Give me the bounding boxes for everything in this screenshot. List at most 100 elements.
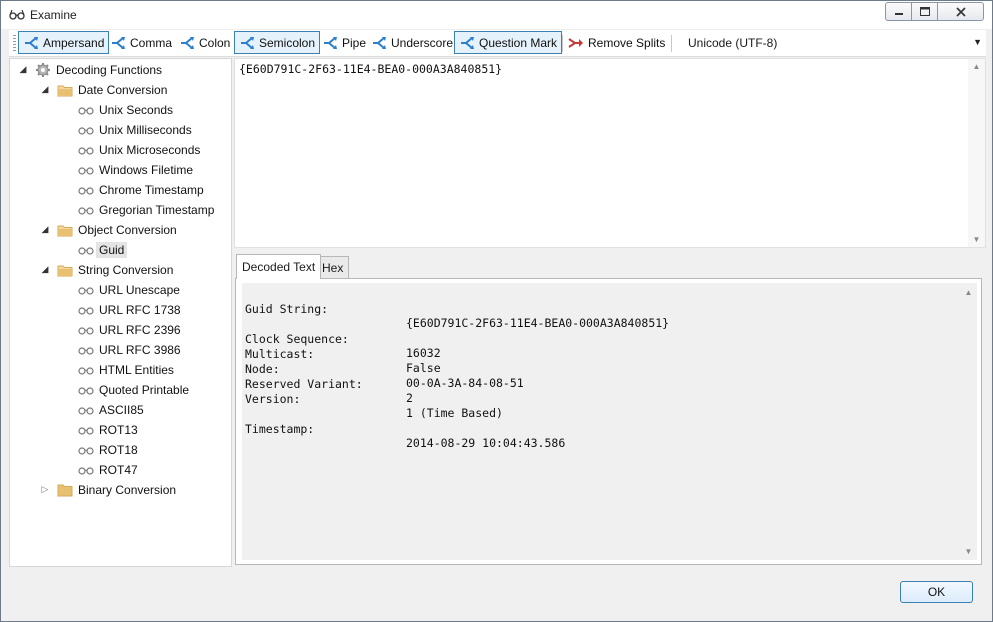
collapse-arrow-icon[interactable]: ◢: [18, 64, 28, 75]
tree-item-unix-microseconds[interactable]: Unix Microseconds: [78, 140, 200, 160]
glasses-icon: [78, 187, 94, 195]
tree-group-object-conversion[interactable]: Object Conversion: [57, 220, 177, 240]
decoded-row-timestamp: Timestamp: 2014-08-29 10:04:43.586: [245, 408, 565, 450]
tree-group-string-conversion[interactable]: String Conversion: [57, 260, 173, 280]
underscore-button[interactable]: Underscore: [366, 31, 458, 54]
split-arrow-icon: [181, 36, 194, 49]
tab-label: Hex: [322, 260, 344, 275]
glasses-icon: [78, 207, 94, 215]
tree-item-ascii85[interactable]: ASCII85: [78, 400, 144, 420]
question-mark-button[interactable]: Question Mark: [454, 31, 563, 54]
tree-item-label: Chrome Timestamp: [99, 183, 204, 197]
decoded-row-version: Version: 1 (Time Based): [245, 378, 503, 420]
ok-button[interactable]: OK: [900, 581, 973, 603]
decoded-key: Timestamp:: [245, 422, 315, 436]
colon-label: Colon: [199, 35, 231, 50]
question-mark-label: Question Mark: [479, 35, 558, 50]
tree-item-label: ROT18: [99, 443, 138, 457]
remove-splits-icon: [568, 37, 583, 48]
decoded-output[interactable]: Guid String: {E60D791C-2F63-11E4-BEA0-00…: [242, 283, 977, 560]
maximize-button[interactable]: [911, 2, 938, 21]
tree-item-unix-seconds[interactable]: Unix Seconds: [78, 100, 173, 120]
decoded-key: Version:: [245, 392, 301, 406]
split-toolbar: Ampersand Comma Colon Semicolon Pipe Und…: [9, 30, 986, 57]
remove-splits-button[interactable]: Remove Splits: [563, 31, 670, 54]
minimize-button[interactable]: [885, 2, 912, 21]
scroll-down-icon[interactable]: ▼: [968, 235, 985, 244]
decoded-value: 1 (Time Based): [406, 406, 503, 420]
gear-icon: [36, 63, 50, 77]
encoding-select[interactable]: Unicode (UTF-8) ▼: [686, 32, 986, 54]
window-title: Examine: [30, 8, 77, 22]
tree-item-rot13[interactable]: ROT13: [78, 420, 138, 440]
glasses-icon: [78, 427, 94, 435]
tree-item-url-unescape[interactable]: URL Unescape: [78, 280, 180, 300]
toolbar-separator: [671, 35, 672, 52]
glasses-icon: [9, 9, 25, 20]
tree-item-label: Unix Microseconds: [99, 143, 201, 157]
decoded-value: 00-0A-3A-84-08-51: [406, 376, 524, 390]
scroll-down-icon[interactable]: ▼: [960, 547, 977, 556]
tree-item-label: Unix Milliseconds: [99, 123, 192, 137]
pipe-button[interactable]: Pipe: [317, 31, 371, 54]
toolbar-grip[interactable]: [13, 35, 16, 52]
split-arrow-icon: [112, 36, 125, 49]
tree-group-binary-conversion[interactable]: Binary Conversion: [57, 480, 176, 500]
tab-label: Decoded Text: [242, 260, 316, 274]
close-button[interactable]: [937, 2, 984, 21]
tree-item-windows-filetime[interactable]: Windows Filetime: [78, 160, 193, 180]
collapse-arrow-icon[interactable]: ◢: [40, 264, 50, 275]
tree-item-url-rfc-1738[interactable]: URL RFC 1738: [78, 300, 181, 320]
tree-item-url-rfc-2396[interactable]: URL RFC 2396: [78, 320, 181, 340]
tree-item-rot47[interactable]: ROT47: [78, 460, 138, 480]
input-text-area[interactable]: {E60D791C-2F63-11E4-BEA0-000A3A840851} ▲…: [234, 58, 986, 248]
decoded-scrollbar[interactable]: ▲ ▼: [960, 283, 977, 560]
scroll-up-icon[interactable]: ▲: [968, 62, 985, 71]
decoded-value: {E60D791C-2F63-11E4-BEA0-000A3A840851}: [406, 316, 670, 330]
tree-item-label: Gregorian Timestamp: [99, 203, 215, 217]
split-arrow-icon: [373, 36, 386, 49]
glasses-icon: [78, 347, 94, 355]
examine-window: Examine Ampersand Comma Colon Semicolon: [0, 0, 993, 622]
tree-item-label: Quoted Printable: [99, 383, 190, 397]
pipe-label: Pipe: [342, 35, 367, 50]
tree-item-chrome-timestamp[interactable]: Chrome Timestamp: [78, 180, 204, 200]
decoded-row-guid-string: Guid String: {E60D791C-2F63-11E4-BEA0-00…: [245, 288, 669, 330]
tree-item-gregorian-timestamp[interactable]: Gregorian Timestamp: [78, 200, 214, 220]
split-arrow-icon: [25, 36, 38, 49]
tree-item-label: Unix Seconds: [99, 103, 174, 117]
tree-group-date-conversion[interactable]: Date Conversion: [57, 80, 167, 100]
comma-label: Comma: [130, 35, 173, 50]
decoded-value: False: [406, 361, 441, 375]
expand-arrow-icon[interactable]: ▷: [40, 484, 50, 495]
collapse-arrow-icon[interactable]: ◢: [40, 84, 50, 95]
tree-item-unix-milliseconds[interactable]: Unix Milliseconds: [78, 120, 192, 140]
tree-item-html-entities[interactable]: HTML Entities: [78, 360, 174, 380]
tree-root[interactable]: Decoding Functions: [35, 60, 162, 80]
decoded-text-panel: Guid String: {E60D791C-2F63-11E4-BEA0-00…: [235, 278, 982, 565]
glasses-icon: [78, 167, 94, 175]
decoded-row-node: Node: 00-0A-3A-84-08-51: [245, 348, 524, 390]
glasses-icon: [78, 407, 94, 415]
tree-item-label: URL RFC 1738: [99, 303, 181, 317]
scroll-up-icon[interactable]: ▲: [960, 288, 977, 297]
tree-item-guid[interactable]: Guid: [78, 240, 128, 260]
tree-item-rot18[interactable]: ROT18: [78, 440, 138, 460]
tab-decoded-text[interactable]: Decoded Text: [236, 254, 322, 279]
colon-button[interactable]: Colon: [174, 31, 235, 54]
glasses-icon: [78, 147, 94, 155]
comma-button[interactable]: Comma: [105, 31, 177, 54]
folder-icon: [57, 265, 73, 276]
tree-root-label: Decoding Functions: [56, 63, 163, 77]
tree-group-label: String Conversion: [78, 263, 174, 277]
tree-item-quoted-printable[interactable]: Quoted Printable: [78, 380, 189, 400]
split-arrow-icon: [461, 36, 474, 49]
tree-group-label: Date Conversion: [78, 83, 168, 97]
semicolon-button[interactable]: Semicolon: [234, 31, 321, 54]
input-scrollbar[interactable]: ▲ ▼: [968, 59, 985, 247]
collapse-arrow-icon[interactable]: ◢: [40, 224, 50, 235]
remove-splits-label: Remove Splits: [588, 35, 666, 50]
glasses-icon: [78, 447, 94, 455]
tree-item-url-rfc-3986[interactable]: URL RFC 3986: [78, 340, 181, 360]
ampersand-button[interactable]: Ampersand: [18, 31, 110, 54]
